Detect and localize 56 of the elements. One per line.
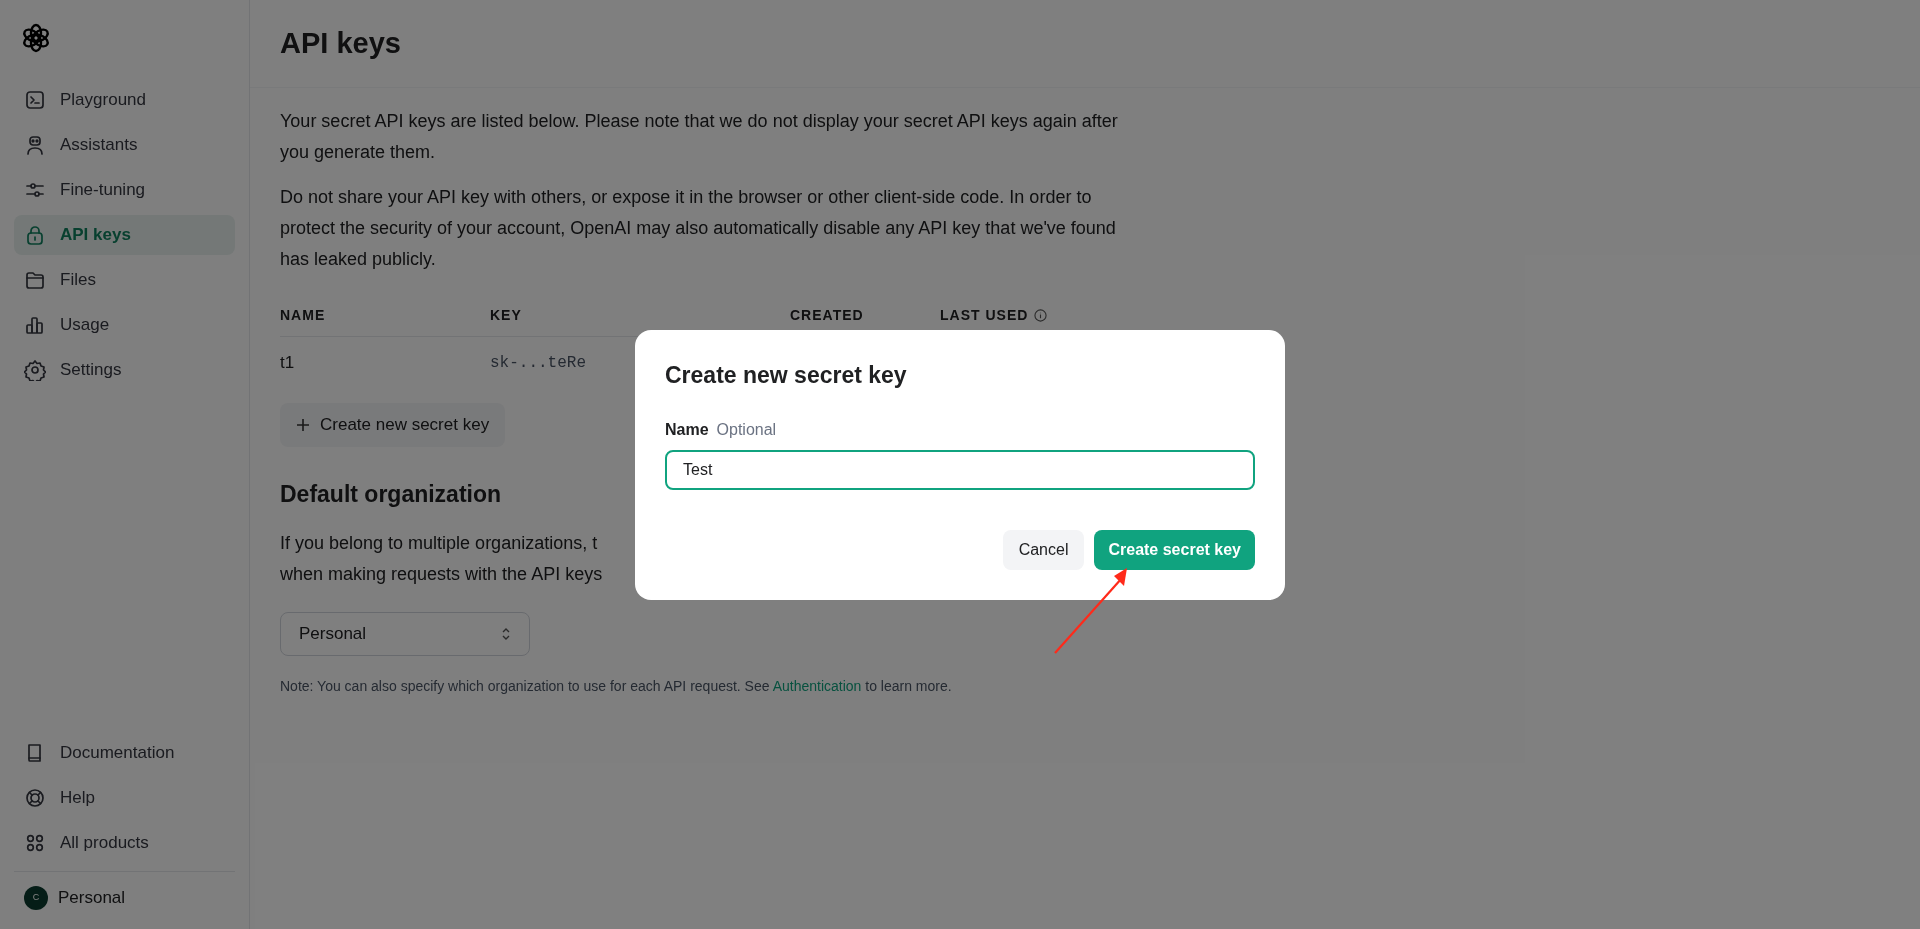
- logo-icon: [20, 22, 52, 54]
- sidebar-item[interactable]: Fine-tuning: [14, 170, 235, 210]
- item-label: Usage: [60, 314, 110, 337]
- robot-icon: [24, 134, 46, 156]
- column-header: KEY: [490, 306, 522, 325]
- chevron-updown-icon: [501, 626, 511, 641]
- settings-icon: [24, 359, 46, 381]
- sidebar-item[interactable]: Playground: [14, 80, 235, 120]
- item-label: Assistants: [60, 134, 138, 157]
- column-header: LAST USED: [940, 306, 1029, 325]
- column-header: NAME: [280, 306, 326, 325]
- item-label: Documentation: [60, 742, 175, 765]
- page-title: API keys: [280, 25, 401, 61]
- item-label: Fine-tuning: [60, 179, 146, 202]
- sidebar-item[interactable]: Help: [14, 778, 235, 818]
- lock-icon: [24, 224, 46, 246]
- account-name[interactable]: Personal: [58, 884, 126, 911]
- description-text: when making requests with the API keys: [280, 562, 603, 586]
- description-text: Your secret API keys are listed below. Please note that we do not display your secret API keys again after you generate them.: [280, 110, 1119, 164]
- avatar: C: [24, 885, 48, 910]
- table-cell-text: t1: [280, 352, 295, 375]
- table-cell-text: sk-...teRe: [490, 353, 586, 374]
- sidebar-item[interactable]: Files: [14, 260, 235, 300]
- organization-select[interactable]: Personal: [280, 611, 530, 656]
- plus-icon: [296, 418, 310, 432]
- create-button[interactable]: Create secret key: [1094, 530, 1255, 570]
- item-label: All products: [60, 832, 149, 855]
- item-label: Help: [60, 787, 95, 810]
- field-hint: Optional: [716, 420, 777, 440]
- item-label: Settings: [60, 359, 122, 382]
- authentication-link[interactable]: Authentication: [772, 677, 862, 694]
- sidebar-item[interactable]: API keys: [14, 215, 235, 255]
- note-text: Note: You can also specify which organization to use for each API request. See Authentication to learn more.: [280, 676, 953, 696]
- item-label: Files: [60, 269, 96, 292]
- section-heading: Default organization: [280, 480, 503, 509]
- item-label: API keys: [60, 224, 131, 247]
- column-header: CREATED: [790, 306, 864, 325]
- bar-chart-icon: [24, 314, 46, 336]
- folder-icon: [24, 269, 46, 291]
- sidebar-item[interactable]: Usage: [14, 305, 235, 345]
- sidebar-item[interactable]: Assistants: [14, 125, 235, 165]
- sidebar-item[interactable]: All products: [14, 823, 235, 863]
- field-label: Name: [665, 420, 709, 440]
- terminal-icon: [24, 89, 46, 111]
- name-input[interactable]: Test: [665, 450, 1255, 490]
- cancel-button[interactable]: Cancel: [1002, 530, 1085, 570]
- lifebuoy-icon: [24, 787, 46, 809]
- description-text: Do not share your API key with others, or expose it in the browser or other client-side code. In order to protect the security of your account, OpenAI may also automatically disable any API key that we've found has leaked publicly.: [280, 186, 1117, 271]
- dialog-title: Create new secret key: [665, 360, 908, 390]
- grid-icon: [24, 832, 46, 854]
- sidebar-item[interactable]: Settings: [14, 350, 235, 390]
- item-label: Playground: [60, 89, 146, 112]
- sidebar-item[interactable]: Documentation: [14, 733, 235, 773]
- description-text: If you belong to multiple organizations, t: [280, 531, 598, 555]
- info-icon: [1034, 309, 1048, 322]
- create-key-button[interactable]: Create new secret key: [280, 403, 506, 447]
